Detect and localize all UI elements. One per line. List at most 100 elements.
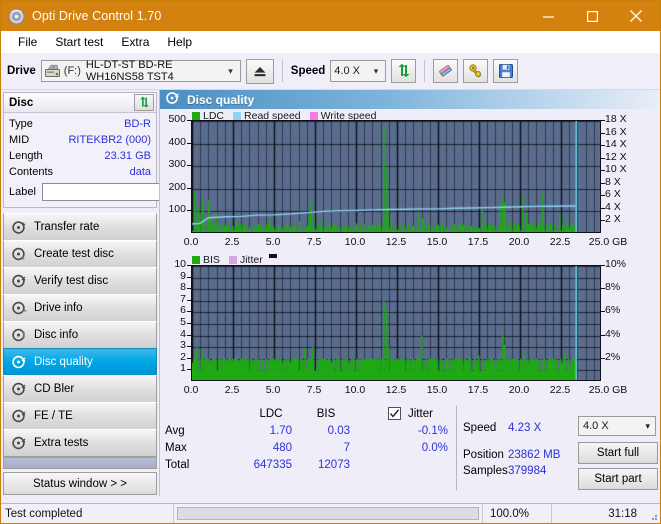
legend-label-bis: BIS [203, 254, 220, 266]
bis-chart-xtick: 15.0 [414, 384, 460, 396]
legend-label-ldc: LDC [203, 110, 224, 122]
drive-toolbar: Drive (F:) HL-DT-ST BD-RE WH16NS58 TST4 … [1, 53, 660, 90]
tools-icon [467, 63, 484, 79]
sidebar-item-label: Drive info [34, 302, 83, 314]
sidebar-item-transfer-rate[interactable]: Transfer rate [3, 213, 157, 241]
bis-plot-area: 1 2 3 4 5 6 7 8 9 10 2% 4% 6% 8% 10% 0.0 2.5 5.0 7.5 10.0 12… [160, 252, 660, 404]
drive-letter: (F:) [64, 65, 81, 77]
ldc-chart-xtick: 22.5 [537, 236, 583, 248]
disc-refresh-button[interactable] [134, 94, 154, 111]
ldc-chart-y2tick: 16 X [605, 126, 627, 138]
chevron-down-icon: ▾ [645, 421, 655, 432]
ldc-chart-y2tick: 2 X [605, 213, 621, 225]
bis-chart-y2tick-mark [601, 335, 605, 336]
stats-samples-value: 379984 [508, 465, 578, 477]
sidebar-item-disc-quality[interactable]: Disc quality [3, 348, 157, 376]
jitter-checkbox[interactable] [388, 407, 401, 420]
stats-header-ldc: LDC [259, 408, 282, 420]
jitter-label: Jitter [408, 408, 433, 420]
progress-bar [177, 507, 479, 520]
bis-chart-y2tick: 6% [605, 304, 620, 316]
sidebar-item-drive-info[interactable]: Drive info [3, 294, 157, 322]
erase-button[interactable] [433, 59, 458, 83]
progress-bar-wrap [174, 504, 482, 523]
stats-row-avg-key: Avg [165, 425, 185, 437]
sidebar-item-label: CD Bler [34, 383, 74, 395]
menu-extra[interactable]: Extra [112, 33, 158, 51]
disc-row-type: Type BD-R [9, 116, 151, 132]
bis-chart-canvas [192, 266, 601, 381]
minimize-icon[interactable] [526, 1, 570, 31]
close-icon[interactable] [614, 1, 658, 31]
test-speed-value: 4.0 X [583, 420, 609, 432]
bis-chart-ytick: 1 [160, 362, 186, 374]
resize-grip-icon[interactable] [644, 504, 660, 523]
chart-pane-header: Disc quality [160, 90, 660, 109]
jitter-marker-icon [269, 254, 277, 258]
ldc-chart-ytick: 400 [160, 136, 186, 148]
disc-value-mid: RITEKBR2 (000) [68, 134, 151, 146]
start-part-button[interactable]: Start part [578, 468, 658, 490]
refresh-button[interactable] [391, 59, 416, 83]
disc-details: Type BD-R MID RITEKBR2 (000) Length 23.3… [4, 113, 156, 207]
stats-samples-key: Samples [463, 465, 508, 477]
drive-info-icon [12, 301, 27, 316]
disc-info-icon [12, 328, 27, 343]
speed-label: Speed [291, 65, 326, 77]
bis-chart-y2tick-mark [601, 288, 605, 289]
ldc-chart-xtick: 12.5 [373, 236, 419, 248]
sidebar-item-cd-bler[interactable]: CD Bler [3, 375, 157, 403]
sidebar-item-fe-te[interactable]: FE / TE [3, 402, 157, 430]
bis-chart-y2tick-mark [601, 358, 605, 359]
eject-button[interactable] [246, 59, 274, 84]
stats-row-max-key: Max [165, 442, 187, 454]
test-speed-select[interactable]: 4.0 X ▾ [578, 416, 656, 436]
ldc-chart-xtick: 2.5 [209, 236, 255, 248]
stats-position-value: 23862 MB [508, 449, 578, 461]
disc-key-label: Label [9, 186, 36, 198]
status-bar: Test completed 100.0% 31:18 [1, 503, 660, 523]
bis-chart-ytick: 5 [160, 316, 186, 328]
disc-value-length: 23.31 GB [105, 150, 151, 162]
start-full-button[interactable]: Start full [578, 442, 658, 464]
legend-swatch-read-speed [233, 112, 241, 120]
disc-row-mid: MID RITEKBR2 (000) [9, 132, 151, 148]
bis-chart-xtick: 25.0 GB [585, 384, 631, 396]
maximize-icon[interactable] [570, 1, 614, 31]
refresh-icon [396, 63, 412, 79]
status-window-button[interactable]: Status window > > [3, 472, 157, 495]
sidebar-item-label: Verify test disc [34, 275, 108, 287]
stats-total-ldc: 647335 [224, 459, 292, 471]
disc-key-contents: Contents [9, 166, 53, 178]
ldc-chart-xtick: 20.0 [496, 236, 542, 248]
disc-extra-icon [12, 436, 27, 451]
toolbar-divider-1 [282, 60, 283, 82]
sidebar-item-create-test-disc[interactable]: Create test disc [3, 240, 157, 268]
bis-chart-ytick: 6 [160, 304, 186, 316]
legend-item-write-speed: Write speed [310, 110, 377, 122]
sidebar-item-extra-tests[interactable]: Extra tests [3, 429, 157, 457]
progress-percent-label: 100.0% [483, 508, 551, 520]
menu-start-test[interactable]: Start test [46, 33, 112, 51]
sidebar: Disc Type BD-R MID RITEKBR2 (000) Length… [1, 90, 159, 496]
sidebar-item-label: Create test disc [34, 248, 114, 260]
statistics-panel: LDC BIS Jitter Avg 1.70 0.03 -0.1% Max 4… [160, 406, 660, 490]
speed-select[interactable]: 4.0 X ▾ [330, 60, 386, 82]
bis-chart-y2tick: 2% [605, 351, 620, 363]
menu-help[interactable]: Help [158, 33, 201, 51]
jitter-checkbox-wrap[interactable] [388, 407, 401, 420]
eraser-icon [437, 63, 454, 79]
tools-button[interactable] [463, 59, 488, 83]
sidebar-item-verify-test-disc[interactable]: Verify test disc [3, 267, 157, 295]
ldc-chart-ytick: 300 [160, 158, 186, 170]
save-button[interactable] [493, 59, 518, 83]
sidebar-item-disc-info[interactable]: Disc info [3, 321, 157, 349]
drive-select[interactable]: (F:) HL-DT-ST BD-RE WH16NS58 TST4 ▾ [41, 60, 241, 82]
legend-label-write-speed: Write speed [321, 110, 377, 122]
stats-total-bis: 12073 [294, 459, 350, 471]
menu-file[interactable]: File [9, 33, 46, 51]
bis-chart-ytick: 2 [160, 351, 186, 363]
stats-speed-value: 4.23 X [508, 422, 574, 434]
ldc-chart-xtick: 15.0 [414, 236, 460, 248]
ldc-chart-y2tick-mark [601, 158, 605, 159]
